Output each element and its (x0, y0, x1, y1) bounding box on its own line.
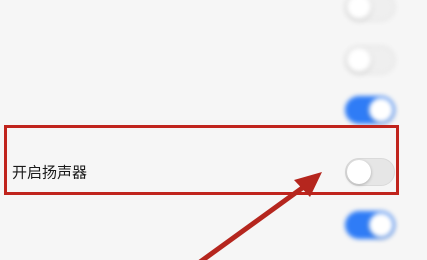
pointer-arrow-icon (198, 172, 322, 260)
